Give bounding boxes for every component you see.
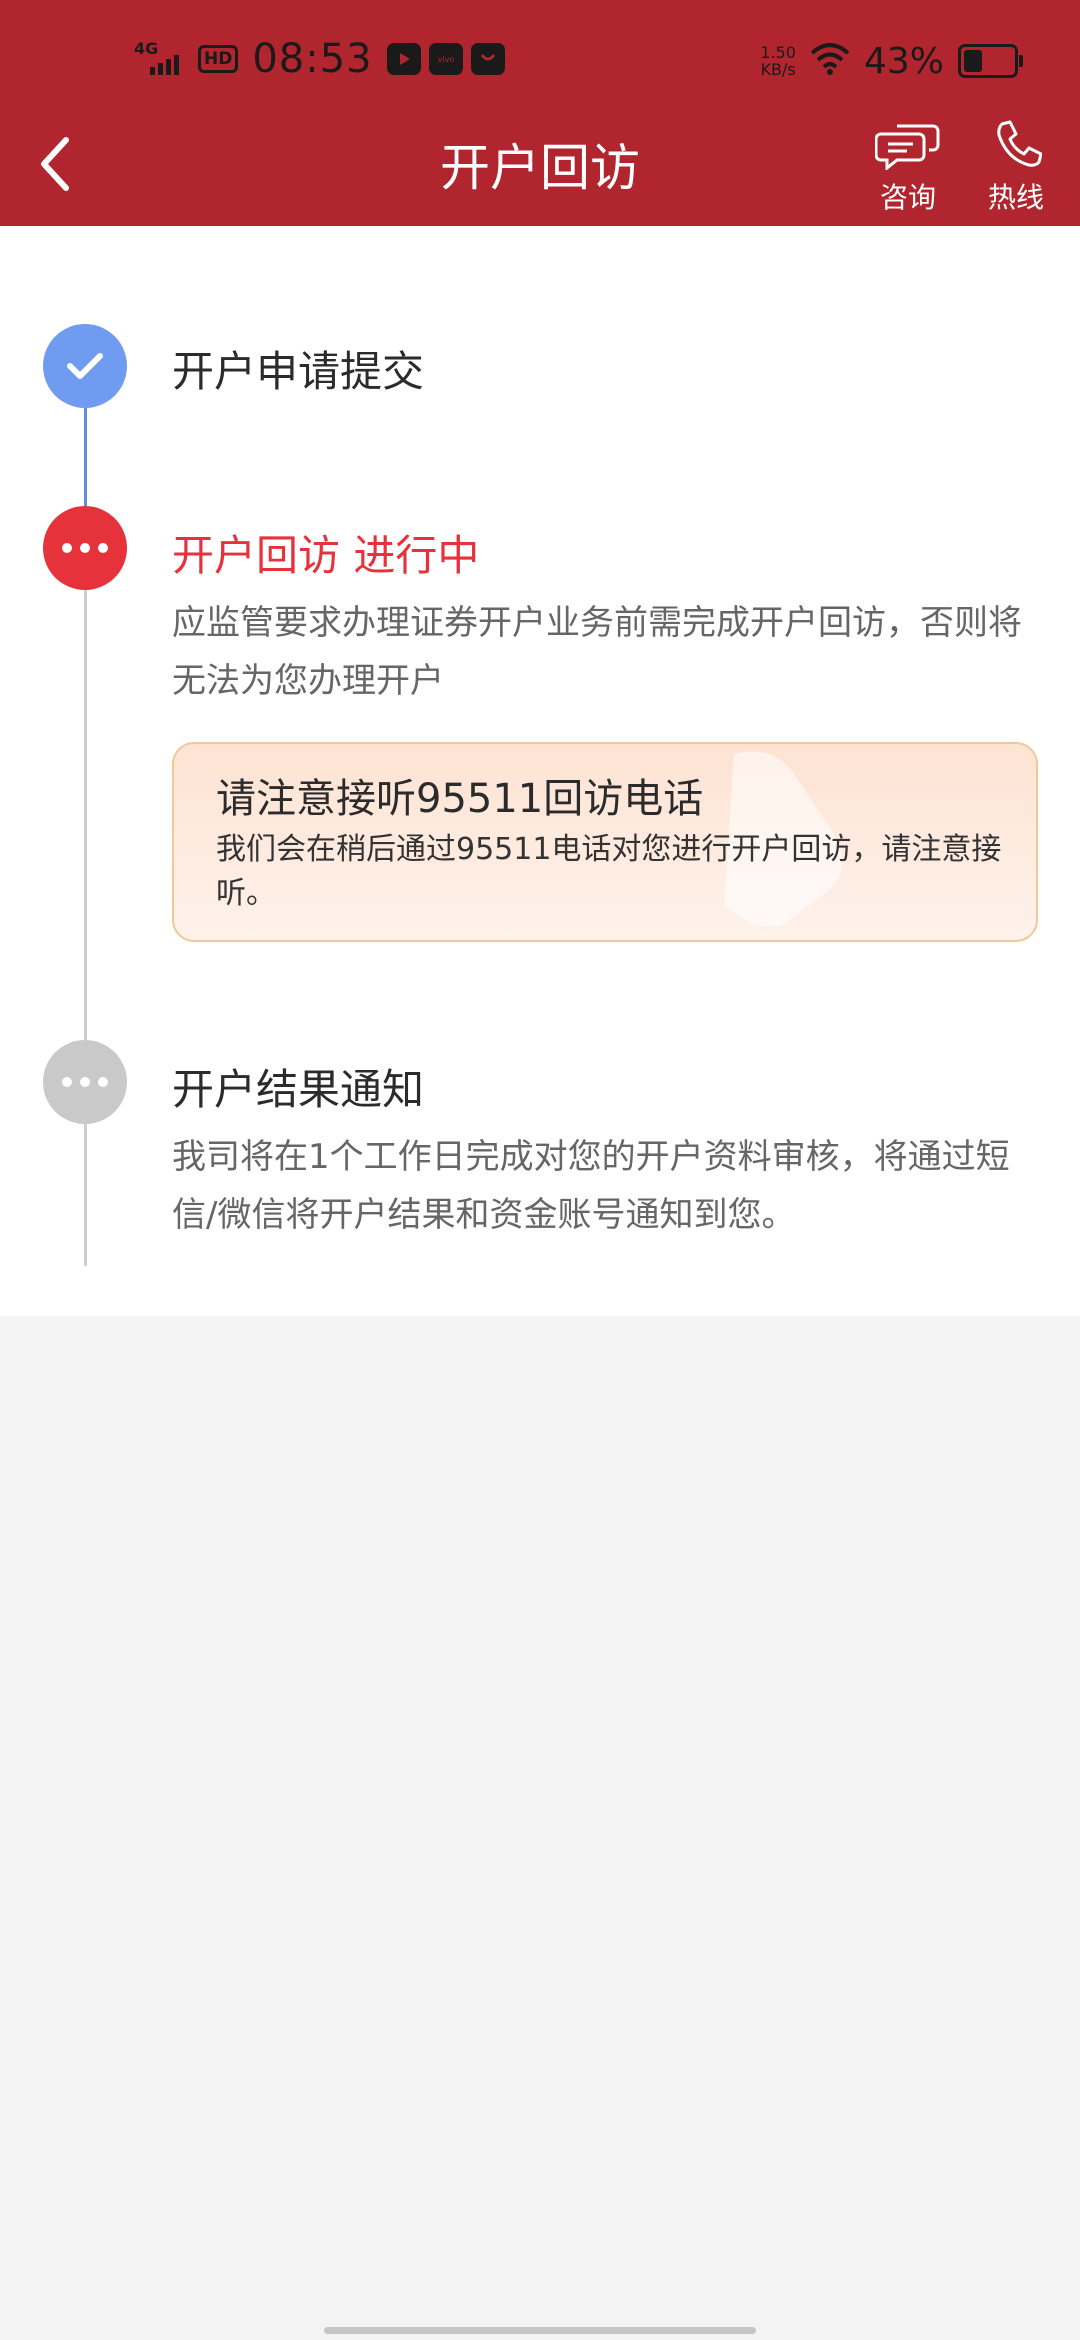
status-left: 4G HD 08:53 vivo <box>134 34 505 84</box>
home-indicator[interactable] <box>324 2327 756 2334</box>
more-dots-icon <box>62 1077 108 1087</box>
progress-timeline: 开户申请提交 开户回访 进行中 应监管要求办理证券开户业务前需完成开户回访，否则… <box>0 226 1080 1316</box>
callback-card-description: 我们会在稍后通过95511电话对您进行开户回访，请注意接听。 <box>216 832 1002 911</box>
step-done-node <box>43 324 127 408</box>
video-app-icon <box>386 43 421 75</box>
step-3-title: 开户结果通知 <box>172 1065 425 1114</box>
hotline-button[interactable]: 热线 <box>976 118 1056 218</box>
status-right: 1.50 KB/s 43% <box>760 36 1023 86</box>
step-3-description: 我司将在1个工作日完成对您的开户资料审核，将通过短信/微信将开户结果和资金账号通… <box>172 1137 1010 1235</box>
hotline-label: 热线 <box>987 181 1044 214</box>
svg-text:vivo: vivo <box>437 55 454 64</box>
consult-button[interactable]: 咨询 <box>868 118 948 218</box>
more-dots-icon <box>62 543 108 553</box>
phone-icon <box>997 120 1043 167</box>
battery-percent: 43% <box>863 40 944 82</box>
callback-notice-card: 请注意接听95511回访电话 我们会在稍后通过95511电话对您进行开户回访，请… <box>172 742 1038 942</box>
step-1-title: 开户申请提交 <box>172 347 425 396</box>
timeline-connector-pending <box>84 586 87 1266</box>
clock: 08:53 <box>252 36 373 82</box>
battery-icon <box>958 44 1023 78</box>
step-in-progress-node <box>43 506 127 590</box>
network-speed: 1.50 KB/s <box>760 43 796 79</box>
step-pending-node <box>43 1040 127 1124</box>
hd-icon: HD <box>198 45 239 73</box>
app-header: 4G HD 08:53 vivo 1.50 KB/s 43% 开户回访 咨询 热… <box>0 0 1080 226</box>
chat-bubble-icon <box>874 124 940 172</box>
step-2-title: 开户回访 进行中 <box>172 531 480 580</box>
shop-app-icon <box>470 43 505 75</box>
checkmark-icon <box>67 353 103 379</box>
step-2-description: 应监管要求办理证券开户业务前需完成开户回访，否则将无法为您办理开户 <box>172 603 1022 701</box>
status-bar: 4G HD 08:53 vivo 1.50 KB/s 43% <box>0 0 1080 110</box>
vivo-app-icon: vivo <box>428 43 463 75</box>
wifi-icon <box>810 43 850 79</box>
cellular-signal-icon: 4G <box>134 39 190 79</box>
consult-label: 咨询 <box>879 181 936 214</box>
callback-card-title: 请注意接听95511回访电话 <box>216 776 704 822</box>
